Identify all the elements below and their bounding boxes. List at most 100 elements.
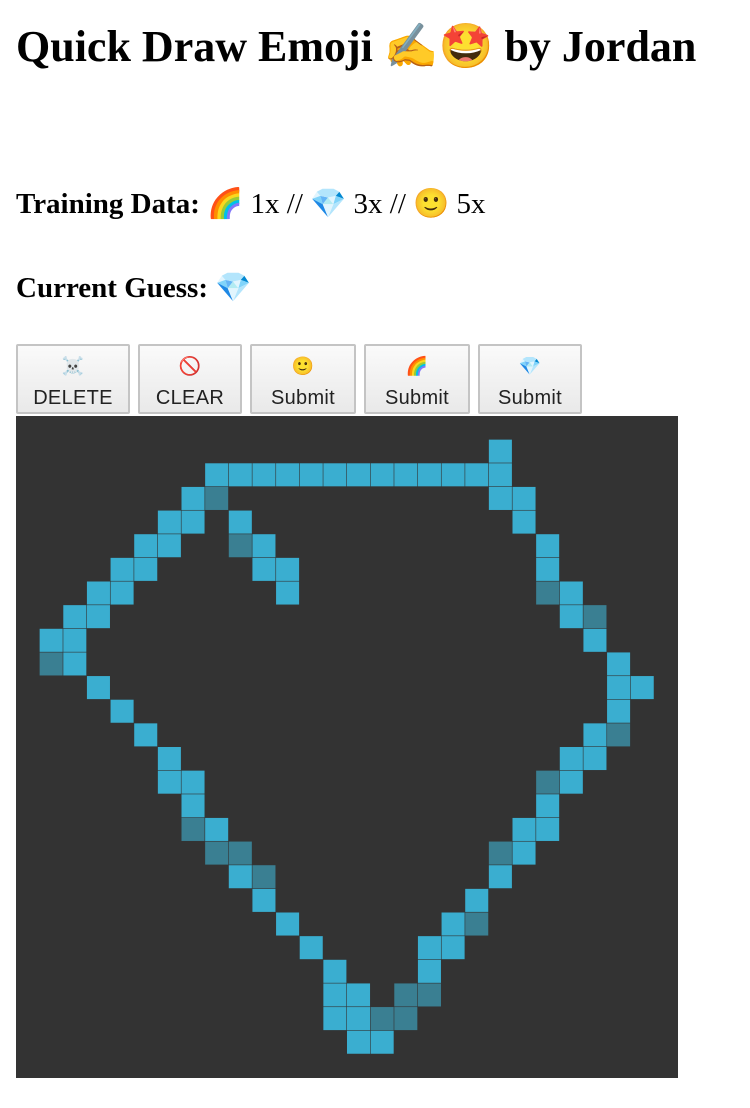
submit-smile-label: Submit (270, 387, 336, 409)
drawn-pixel (205, 463, 229, 487)
drawn-pixel (536, 817, 560, 841)
drawn-pixel (134, 723, 158, 747)
delete-button[interactable]: ☠️ DELETE (16, 344, 130, 414)
drawn-pixel (347, 463, 371, 487)
drawn-pixel (512, 817, 536, 841)
drawn-pixel (228, 534, 252, 558)
drawn-pixel (205, 486, 229, 510)
drawn-pixel (63, 652, 87, 676)
drawn-pixel (607, 699, 631, 723)
current-guess-line: Current Guess: 💎 (16, 270, 251, 306)
drawn-pixel (488, 439, 512, 463)
drawn-pixel (181, 794, 205, 818)
drawn-pixel (276, 557, 300, 581)
drawn-pixel (417, 936, 441, 960)
drawn-pixel (441, 936, 465, 960)
drawn-pixel (607, 723, 631, 747)
drawn-pixel (347, 1007, 371, 1031)
clear-button-label: CLEAR (155, 387, 225, 409)
drawn-pixel (181, 510, 205, 534)
drawn-pixel (323, 959, 347, 983)
drawn-pixel (228, 865, 252, 889)
drawing-canvas[interactable] (16, 416, 678, 1078)
drawn-pixel (370, 1030, 394, 1054)
drawn-pixel (228, 463, 252, 487)
drawn-pixel (441, 912, 465, 936)
drawn-pixel (228, 510, 252, 534)
drawn-pixel (39, 652, 63, 676)
submit-rainbow-label: Submit (384, 387, 450, 409)
drawn-pixel (370, 1007, 394, 1031)
drawn-pixel (488, 865, 512, 889)
submit-diamond-button[interactable]: 💎 Submit (478, 344, 582, 414)
drawn-pixel (512, 486, 536, 510)
drawn-pixel (583, 747, 607, 771)
drawn-pixel (394, 463, 418, 487)
drawn-pixel (488, 841, 512, 865)
drawn-pixel (157, 510, 181, 534)
drawn-pixel (299, 463, 323, 487)
drawn-pixel (134, 534, 158, 558)
clear-button[interactable]: 🚫 CLEAR (138, 344, 242, 414)
drawn-pixel (276, 581, 300, 605)
training-data-value: 🌈 1x // 💎 3x // 🙂 5x (207, 188, 486, 220)
drawn-pixel (583, 723, 607, 747)
drawn-pixel (86, 605, 110, 629)
drawn-pixel (323, 983, 347, 1007)
drawn-pixel (157, 770, 181, 794)
drawn-pixel (276, 912, 300, 936)
rainbow-icon: 🌈 (405, 356, 429, 376)
drawn-pixel (205, 817, 229, 841)
drawn-pixel (157, 747, 181, 771)
drawn-pixel (86, 676, 110, 700)
drawn-pixel (536, 581, 560, 605)
drawn-pixel (205, 841, 229, 865)
smile-icon: 🙂 (291, 356, 315, 376)
drawn-pixel (559, 605, 583, 629)
drawn-pixel (583, 628, 607, 652)
drawn-pixel (110, 699, 134, 723)
drawn-pixel (465, 912, 489, 936)
drawn-pixel (441, 463, 465, 487)
drawn-pixel (252, 534, 276, 558)
drawn-pixel (63, 628, 87, 652)
no-entry-icon: 🚫 (178, 356, 202, 376)
drawn-pixel (39, 628, 63, 652)
training-data-label: Training Data: (16, 188, 200, 220)
page-title: Quick Draw Emoji ✍️🤩 by Jordan (16, 22, 697, 71)
drawn-pixel (559, 581, 583, 605)
drawn-pixel (347, 1030, 371, 1054)
drawing-grid[interactable] (16, 416, 678, 1078)
drawn-pixel (157, 534, 181, 558)
drawn-pixel (252, 557, 276, 581)
drawn-pixel (512, 841, 536, 865)
current-guess-value: 💎 (215, 272, 252, 304)
drawn-pixel (110, 581, 134, 605)
drawn-pixel (583, 605, 607, 629)
drawn-pixel (394, 983, 418, 1007)
drawn-pixel (252, 463, 276, 487)
drawn-pixel (488, 463, 512, 487)
drawn-pixel (347, 983, 371, 1007)
drawn-pixel (465, 463, 489, 487)
drawn-pixel (228, 841, 252, 865)
submit-smile-button[interactable]: 🙂 Submit (250, 344, 356, 414)
drawn-pixel (465, 888, 489, 912)
drawn-pixel (536, 557, 560, 581)
submit-rainbow-button[interactable]: 🌈 Submit (364, 344, 470, 414)
drawn-pixel (252, 888, 276, 912)
drawn-pixel (536, 794, 560, 818)
drawn-pixel (181, 817, 205, 841)
drawn-pixel (181, 770, 205, 794)
drawn-pixel (63, 605, 87, 629)
drawn-pixel (323, 1007, 347, 1031)
delete-button-label: DELETE (33, 387, 113, 409)
drawn-pixel (299, 936, 323, 960)
drawn-pixel (394, 1007, 418, 1031)
drawn-pixel (607, 676, 631, 700)
drawn-pixel (559, 770, 583, 794)
drawn-pixel (276, 463, 300, 487)
diamond-icon: 💎 (518, 356, 542, 376)
drawn-pixel (370, 463, 394, 487)
drawn-pixel (323, 463, 347, 487)
